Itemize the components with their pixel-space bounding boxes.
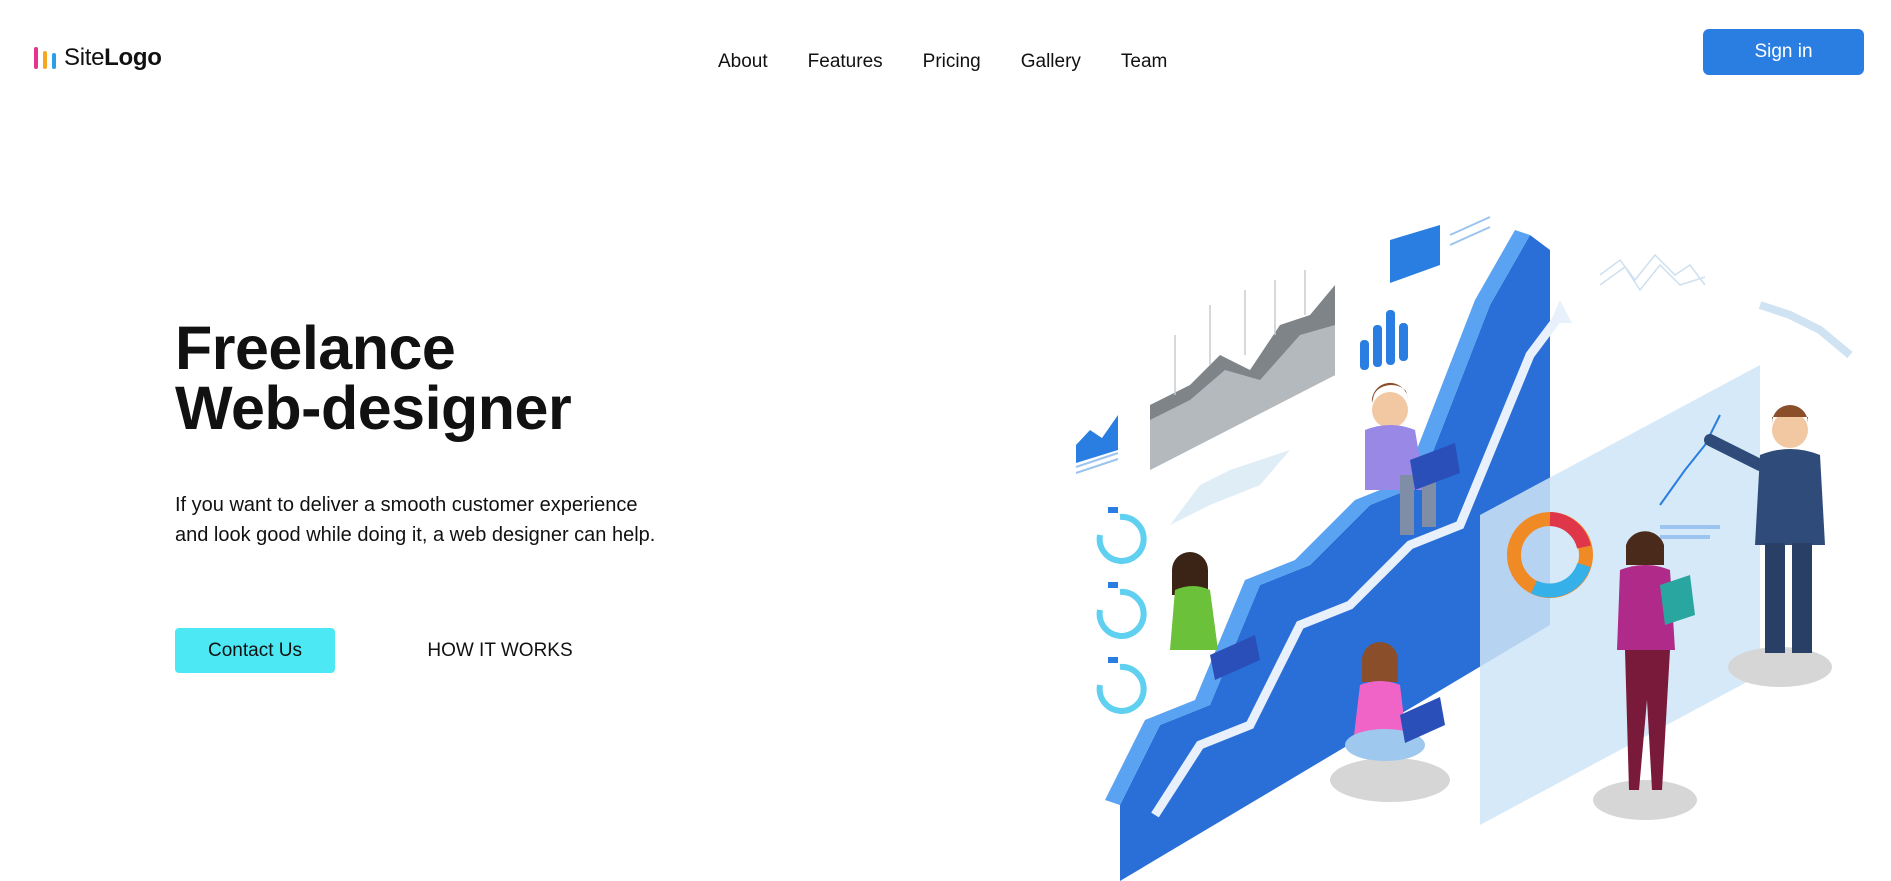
nav-gallery[interactable]: Gallery <box>1021 51 1081 73</box>
site-logo[interactable]: SiteLogo <box>34 44 162 72</box>
nav-features[interactable]: Features <box>808 51 883 73</box>
how-it-works-button[interactable]: HOW IT WORKS <box>400 628 600 673</box>
bar-chart-icon <box>1360 310 1408 370</box>
nav-about[interactable]: About <box>718 51 768 73</box>
hero-title-line-1: Freelance <box>175 314 456 382</box>
folder-icon <box>1390 216 1491 283</box>
logo-bars-icon <box>34 47 56 69</box>
hero-description: If you want to deliver a smooth customer… <box>175 490 655 550</box>
hero-illustration <box>1075 216 1853 881</box>
page: SiteLogo About Features Pricing Gallery … <box>0 0 1891 881</box>
hero-description-line-1: If you want to deliver a smooth customer… <box>175 494 638 516</box>
progress-rings-icon <box>1096 507 1147 714</box>
background-line-chart-icon <box>1599 253 1853 359</box>
grey-area-chart-icon <box>1150 270 1335 525</box>
sign-in-button[interactable]: Sign in <box>1703 29 1864 75</box>
logo-text-bold: Logo <box>104 44 162 71</box>
logo-text-light: Site <box>64 44 105 71</box>
contact-us-button[interactable]: Contact Us <box>175 628 335 673</box>
hero-description-line-2: and look good while doing it, a web desi… <box>175 524 656 546</box>
hero-title-line-2: Web-designer <box>175 374 572 442</box>
nav-pricing[interactable]: Pricing <box>923 51 981 73</box>
logo-text: SiteLogo <box>64 44 162 72</box>
mini-area-chart-icon <box>1075 415 1119 474</box>
main-nav: About Features Pricing Gallery Team <box>718 51 1167 73</box>
hero-title: Freelance Web-designer <box>175 314 572 442</box>
nav-team[interactable]: Team <box>1121 51 1167 73</box>
